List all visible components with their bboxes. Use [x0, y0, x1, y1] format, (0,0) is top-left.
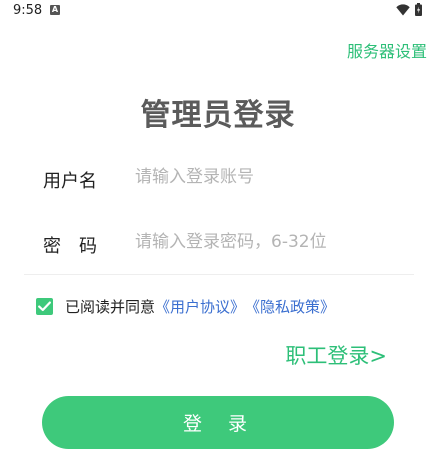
username-row: 用户名 — [43, 158, 413, 198]
agreement-row: 已阅读并同意 《用户协议》 《隐私政策》 — [36, 295, 335, 317]
status-bar: 9:58 A — [0, 0, 436, 24]
divider — [24, 274, 414, 275]
agreement-text: 已阅读并同意 — [65, 297, 156, 316]
privacy-policy-link[interactable]: 《隐私政策》 — [245, 296, 335, 317]
login-button[interactable]: 登 录 — [42, 396, 394, 449]
agree-checkbox[interactable] — [36, 297, 53, 315]
wifi-icon — [396, 4, 410, 16]
status-time: 9:58 — [13, 3, 43, 18]
username-label: 用户名 — [43, 171, 97, 192]
password-label: 密码 — [43, 236, 115, 257]
password-row: 密码 — [43, 223, 413, 263]
checkmark-icon — [38, 301, 51, 311]
page-title: 管理员登录 — [140, 98, 296, 133]
a-icon: A — [50, 5, 60, 15]
staff-login-link[interactable]: 职工登录> — [285, 340, 387, 370]
login-screen: 9:58 A 服务器设置 管理员登录 用户名 密码 已阅读并同意 《用户协议》 … — [0, 0, 436, 465]
server-settings-link[interactable]: 服务器设置 — [347, 38, 427, 62]
user-agreement-link[interactable]: 《用户协议》 — [155, 296, 245, 317]
username-input[interactable] — [135, 162, 405, 192]
battery-icon — [415, 3, 422, 16]
password-input[interactable] — [135, 227, 405, 257]
